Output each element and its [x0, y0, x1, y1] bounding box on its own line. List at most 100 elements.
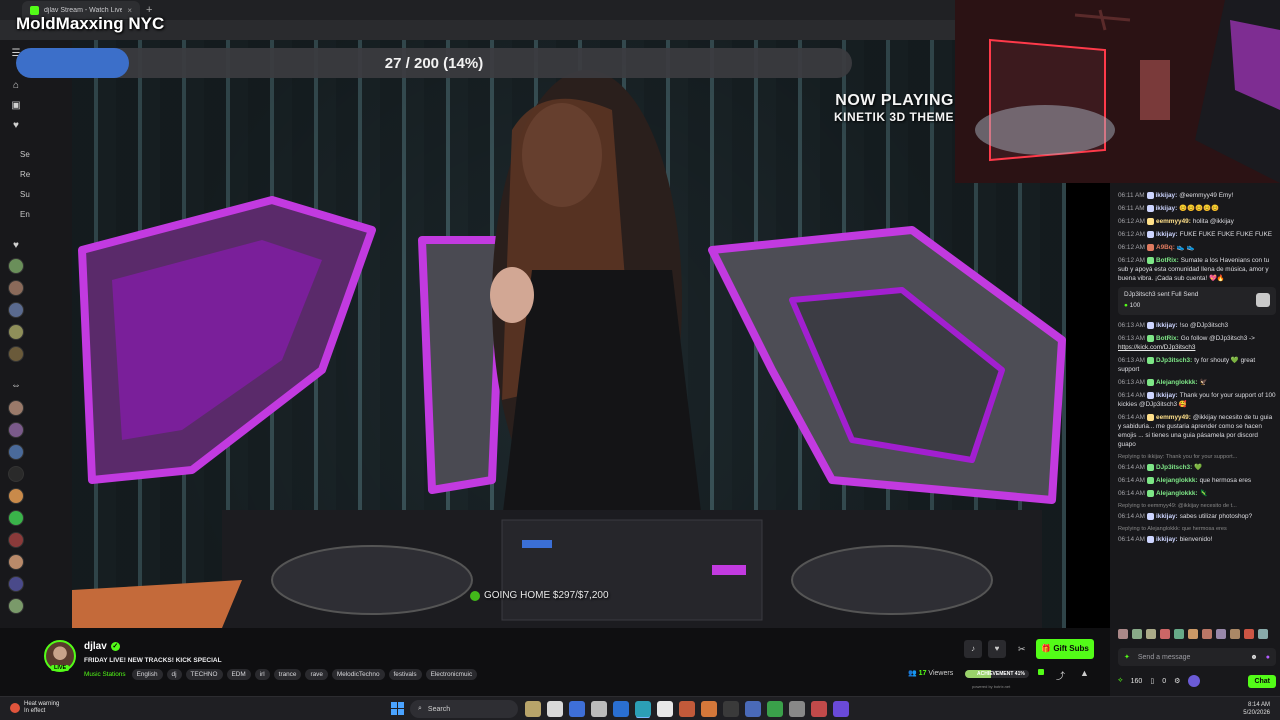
emote-icon[interactable] — [1258, 629, 1268, 639]
chat-username[interactable]: DJp3itsch3: — [1156, 357, 1192, 364]
stream-tag[interactable]: festivals — [388, 669, 422, 680]
warning-icon[interactable]: ▲ — [1080, 668, 1089, 678]
stream-tag[interactable]: rave — [305, 669, 328, 680]
sidebar-item-en[interactable]: En — [20, 210, 30, 219]
expand-icon[interactable]: ⇔ — [10, 380, 22, 392]
chat-username[interactable]: DJp3itsch3: — [1156, 464, 1192, 471]
emote-icon[interactable] — [1160, 629, 1170, 639]
chat-settings-icon[interactable]: ⚙ — [1174, 677, 1180, 685]
notification-bell-icon[interactable]: ♪ — [964, 640, 982, 658]
kicks-icon[interactable]: ▯ — [1150, 677, 1154, 685]
clip-icon[interactable]: ✂ — [1018, 644, 1026, 655]
followed-channel-avatar[interactable] — [8, 466, 24, 482]
followed-channel-avatar[interactable] — [8, 598, 24, 614]
channel-name[interactable]: djlav ✓ — [84, 641, 120, 652]
emote-icon[interactable] — [1146, 629, 1156, 639]
app-icon[interactable] — [745, 701, 761, 717]
chat-username[interactable]: eemmyy49: — [1156, 218, 1191, 225]
emote-icon[interactable] — [1188, 629, 1198, 639]
emote-icon[interactable] — [1132, 629, 1142, 639]
followed-channel-avatar[interactable] — [8, 444, 24, 460]
follow-heart-icon[interactable]: ♥ — [988, 640, 1006, 658]
followed-channel-avatar[interactable] — [8, 510, 24, 526]
followed-channel-avatar[interactable] — [8, 532, 24, 548]
user-badge-icon[interactable] — [1188, 675, 1201, 687]
stream-tag[interactable]: trance — [273, 669, 302, 680]
chat-username[interactable]: ikkijay: — [1156, 231, 1178, 238]
emote-icon[interactable] — [1118, 629, 1128, 639]
chat-username[interactable]: BotRix: — [1156, 257, 1179, 264]
share-icon[interactable]: ⤴ — [1056, 669, 1065, 682]
stream-tag[interactable]: irl — [254, 669, 270, 680]
chat-username[interactable]: A9Bq: — [1156, 244, 1175, 251]
gift-subs-button[interactable]: 🎁 Gift Subs — [1036, 639, 1094, 659]
chat-username[interactable]: ikkijay: — [1156, 205, 1178, 212]
app-icon[interactable] — [679, 701, 695, 717]
followed-channel-avatar[interactable] — [8, 346, 24, 362]
steam-icon[interactable] — [723, 701, 739, 717]
emote-icon[interactable] — [1230, 629, 1240, 639]
chrome-icon[interactable] — [657, 701, 673, 717]
followed-channel-avatar[interactable] — [8, 280, 24, 296]
followed-channel-avatar[interactable] — [8, 258, 24, 274]
settings-icon[interactable] — [789, 701, 805, 717]
emoji-icon[interactable]: ☻ — [1250, 654, 1257, 661]
channel-points-icon[interactable]: ⟡ — [1118, 677, 1123, 685]
emote-icon[interactable] — [1174, 629, 1184, 639]
widgets-icon[interactable] — [525, 701, 541, 717]
app-icon[interactable] — [833, 701, 849, 717]
chat-username[interactable]: ikkijay: — [1156, 392, 1178, 399]
stream-tag[interactable]: English — [131, 669, 163, 680]
category-link[interactable]: Music Stations — [84, 671, 126, 678]
chat-username[interactable]: ikkijay: — [1156, 192, 1178, 199]
followed-channel-avatar[interactable] — [8, 324, 24, 340]
chat-username[interactable]: eemmyy49: — [1156, 414, 1191, 421]
chat-username[interactable]: BotRix: — [1156, 335, 1179, 342]
followed-channel-avatar[interactable] — [8, 576, 24, 592]
home-icon[interactable]: ⌂ — [10, 80, 22, 92]
browse-icon[interactable]: ▣ — [10, 100, 22, 112]
app-icon[interactable] — [811, 701, 827, 717]
taskbar-search[interactable]: ⌕ Search — [410, 700, 518, 718]
chat-timestamp: 06:12 AM — [1118, 244, 1146, 251]
chat-username[interactable]: ikkijay: — [1156, 322, 1178, 329]
sidebar-item-re[interactable]: Re — [20, 170, 30, 179]
stream-tag[interactable]: EDM — [226, 669, 251, 680]
gift-user[interactable]: DJp3itsch3 — [1124, 291, 1156, 298]
sidebar-item-se[interactable]: Se — [20, 150, 30, 159]
file-explorer-icon[interactable] — [547, 701, 563, 717]
followed-channel-avatar[interactable] — [8, 554, 24, 570]
emote-icon[interactable] — [1216, 629, 1226, 639]
chat-username[interactable]: ikkijay: — [1156, 513, 1178, 520]
video-player[interactable]: NOW PLAYING KINETIK 3D THEME GOING HOME … — [72, 40, 1066, 628]
followed-channel-avatar[interactable] — [8, 400, 24, 416]
chat-username[interactable]: Alejanglokkk: — [1156, 379, 1198, 386]
start-button-icon[interactable] — [391, 702, 404, 715]
followed-channel-avatar[interactable] — [8, 422, 24, 438]
followed-channel-avatar[interactable] — [8, 302, 24, 318]
chat-username[interactable]: ikkijay: — [1156, 536, 1178, 543]
chat-send-button[interactable]: Chat — [1248, 674, 1276, 688]
emote-icon[interactable] — [1202, 629, 1212, 639]
xbox-icon[interactable] — [767, 701, 783, 717]
chat-username[interactable]: Alejanglokkk: — [1156, 490, 1198, 497]
sidebar-item-su[interactable]: Su — [20, 190, 30, 199]
app-icon[interactable] — [701, 701, 717, 717]
chat-username[interactable]: Alejanglokkk: — [1156, 477, 1198, 484]
weather-widget[interactable]: Heat warning In effect — [10, 701, 59, 715]
stream-tag[interactable]: dj — [166, 669, 182, 680]
edge-icon[interactable] — [569, 701, 585, 717]
emote-icon[interactable] — [1244, 629, 1254, 639]
stream-tag[interactable]: Electronicmuic — [425, 669, 478, 680]
following-heart-icon[interactable]: ♥ — [10, 120, 22, 132]
stream-tag[interactable]: MelodicTechno — [331, 669, 385, 680]
kick-emote-icon[interactable]: ● — [1266, 654, 1270, 661]
system-clock[interactable]: 8:14 AM 5/20/2026 — [1236, 701, 1270, 717]
amazon-icon[interactable] — [591, 701, 607, 717]
stream-tag[interactable]: TECHNO — [185, 669, 223, 680]
chat-input[interactable]: ✦ Send a message ☻ ● — [1118, 648, 1276, 666]
store-icon[interactable] — [613, 701, 629, 717]
chat-link[interactable]: https://kick.com/DJp3itsch3 — [1118, 344, 1195, 351]
followed-channel-avatar[interactable] — [8, 488, 24, 504]
browser-active-icon[interactable] — [635, 701, 651, 717]
